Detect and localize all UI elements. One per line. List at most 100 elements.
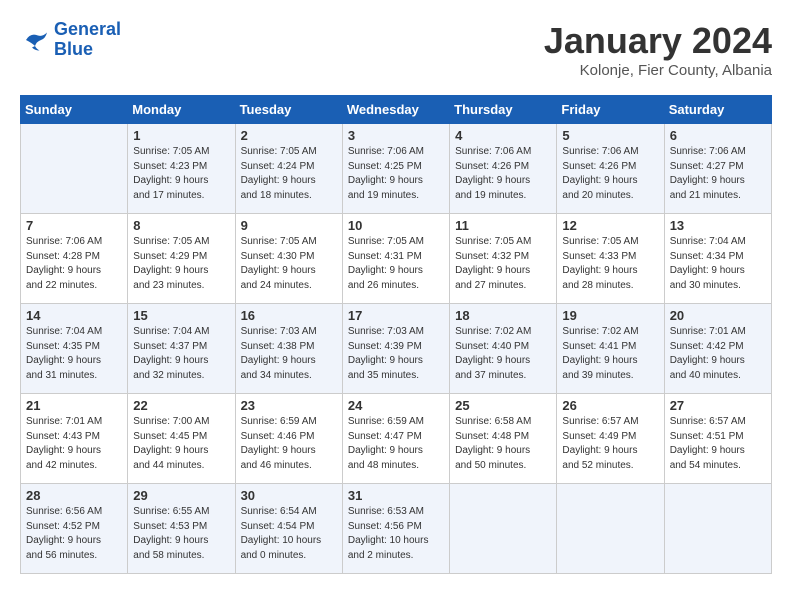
week-row-1: 1Sunrise: 7:05 AM Sunset: 4:23 PM Daylig… xyxy=(21,124,772,214)
day-number: 1 xyxy=(133,128,229,143)
calendar-cell: 29Sunrise: 6:55 AM Sunset: 4:53 PM Dayli… xyxy=(128,484,235,574)
page-subtitle: Kolonje, Fier County, Albania xyxy=(544,62,772,79)
day-number: 18 xyxy=(455,308,551,323)
day-info: Sunrise: 7:06 AM Sunset: 4:26 PM Dayligh… xyxy=(562,145,658,203)
calendar-cell: 30 Sunrise: 6:54 AM Sunset: 4:54 PM Dayli… xyxy=(235,484,342,574)
week-row-5: 28 Sunrise: 6:56 AM Sunset: 4:52 PM Dayli… xyxy=(21,484,772,574)
calendar-cell: 15 Sunrise: 7:04 AM Sunset: 4:37 PM Dayli… xyxy=(128,304,235,394)
day-number: 8 xyxy=(133,218,229,233)
day-info: Sunrise: 7:02 AM Sunset: 4:40 PM Dayligh… xyxy=(455,325,551,383)
day-info: Sunrise: 7:03 AM Sunset: 4:39 PM Dayligh… xyxy=(348,325,444,383)
calendar-table: SundayMondayTuesdayWednesdayThursdayFrid… xyxy=(20,95,772,574)
day-info: Sunrise: 7:05 AM Sunset: 4:32 PM Dayligh… xyxy=(455,235,551,293)
day-info: Sunrise: 7:05 AM Sunset: 4:30 PM Dayligh… xyxy=(241,235,337,293)
calendar-cell xyxy=(557,484,664,574)
day-info: Sunrise: 7:01 AM Sunset: 4:43 PM Dayligh… xyxy=(26,415,122,473)
day-number: 10 xyxy=(348,218,444,233)
page-title: January 2024 xyxy=(544,20,772,62)
day-info: Sunrise: 6:56 AM Sunset: 4:52 PM Dayligh… xyxy=(26,505,122,563)
calendar-cell: 26 Sunrise: 6:57 AM Sunset: 4:49 PM Dayli… xyxy=(557,394,664,484)
day-info: Sunrise: 6:53 AM Sunset: 4:56 PM Dayligh… xyxy=(348,505,444,563)
day-number: 3 xyxy=(348,128,444,143)
day-number: 17 xyxy=(348,308,444,323)
day-number: 6 xyxy=(670,128,766,143)
day-info: Sunrise: 7:03 AM Sunset: 4:38 PM Dayligh… xyxy=(241,325,337,383)
logo-general: General xyxy=(54,19,121,39)
calendar-cell: 7 Sunrise: 7:06 AM Sunset: 4:28 PM Daylig… xyxy=(21,214,128,304)
day-number: 15 xyxy=(133,308,229,323)
day-info: Sunrise: 7:02 AM Sunset: 4:41 PM Dayligh… xyxy=(562,325,658,383)
day-number: 14 xyxy=(26,308,122,323)
days-header-row: SundayMondayTuesdayWednesdayThursdayFrid… xyxy=(21,96,772,124)
logo-blue: Blue xyxy=(54,39,93,59)
calendar-cell: 24Sunrise: 6:59 AM Sunset: 4:47 PM Dayli… xyxy=(342,394,449,484)
calendar-cell: 10 Sunrise: 7:05 AM Sunset: 4:31 PM Dayli… xyxy=(342,214,449,304)
calendar-cell xyxy=(664,484,771,574)
calendar-cell: 8Sunrise: 7:05 AM Sunset: 4:29 PM Daylig… xyxy=(128,214,235,304)
logo: General Blue xyxy=(20,20,121,60)
day-info: Sunrise: 6:59 AM Sunset: 4:47 PM Dayligh… xyxy=(348,415,444,473)
calendar-cell xyxy=(21,124,128,214)
day-number: 28 xyxy=(26,488,122,503)
day-header-thursday: Thursday xyxy=(450,96,557,124)
day-number: 5 xyxy=(562,128,658,143)
day-number: 25 xyxy=(455,398,551,413)
day-number: 22 xyxy=(133,398,229,413)
day-number: 11 xyxy=(455,218,551,233)
calendar-cell: 18 Sunrise: 7:02 AM Sunset: 4:40 PM Dayli… xyxy=(450,304,557,394)
calendar-cell: 17 Sunrise: 7:03 AM Sunset: 4:39 PM Dayli… xyxy=(342,304,449,394)
day-info: Sunrise: 7:06 AM Sunset: 4:25 PM Dayligh… xyxy=(348,145,444,203)
day-info: Sunrise: 6:57 AM Sunset: 4:51 PM Dayligh… xyxy=(670,415,766,473)
calendar-cell: 22Sunrise: 7:00 AM Sunset: 4:45 PM Dayli… xyxy=(128,394,235,484)
day-number: 2 xyxy=(241,128,337,143)
calendar-cell: 27 Sunrise: 6:57 AM Sunset: 4:51 PM Dayli… xyxy=(664,394,771,484)
week-row-2: 7 Sunrise: 7:06 AM Sunset: 4:28 PM Daylig… xyxy=(21,214,772,304)
day-number: 27 xyxy=(670,398,766,413)
calendar-cell: 20 Sunrise: 7:01 AM Sunset: 4:42 PM Dayli… xyxy=(664,304,771,394)
day-number: 7 xyxy=(26,218,122,233)
day-info: Sunrise: 7:06 AM Sunset: 4:28 PM Dayligh… xyxy=(26,235,122,293)
day-header-sunday: Sunday xyxy=(21,96,128,124)
day-info: Sunrise: 6:54 AM Sunset: 4:54 PM Dayligh… xyxy=(241,505,337,563)
day-info: Sunrise: 7:06 AM Sunset: 4:27 PM Dayligh… xyxy=(670,145,766,203)
day-info: Sunrise: 7:05 AM Sunset: 4:31 PM Dayligh… xyxy=(348,235,444,293)
day-header-friday: Friday xyxy=(557,96,664,124)
day-info: Sunrise: 6:57 AM Sunset: 4:49 PM Dayligh… xyxy=(562,415,658,473)
day-number: 20 xyxy=(670,308,766,323)
day-number: 13 xyxy=(670,218,766,233)
day-info: Sunrise: 7:05 AM Sunset: 4:33 PM Dayligh… xyxy=(562,235,658,293)
calendar-cell: 28 Sunrise: 6:56 AM Sunset: 4:52 PM Dayli… xyxy=(21,484,128,574)
calendar-cell: 31 Sunrise: 6:53 AM Sunset: 4:56 PM Dayli… xyxy=(342,484,449,574)
day-header-saturday: Saturday xyxy=(664,96,771,124)
day-number: 16 xyxy=(241,308,337,323)
calendar-cell: 14Sunrise: 7:04 AM Sunset: 4:35 PM Dayli… xyxy=(21,304,128,394)
day-number: 30 xyxy=(241,488,337,503)
day-info: Sunrise: 7:05 AM Sunset: 4:24 PM Dayligh… xyxy=(241,145,337,203)
calendar-cell: 23 Sunrise: 6:59 AM Sunset: 4:46 PM Dayli… xyxy=(235,394,342,484)
day-info: Sunrise: 6:58 AM Sunset: 4:48 PM Dayligh… xyxy=(455,415,551,473)
day-info: Sunrise: 7:06 AM Sunset: 4:26 PM Dayligh… xyxy=(455,145,551,203)
logo-bird-icon xyxy=(20,26,50,54)
day-number: 23 xyxy=(241,398,337,413)
week-row-3: 14Sunrise: 7:04 AM Sunset: 4:35 PM Dayli… xyxy=(21,304,772,394)
calendar-cell: 9 Sunrise: 7:05 AM Sunset: 4:30 PM Daylig… xyxy=(235,214,342,304)
calendar-cell xyxy=(450,484,557,574)
day-number: 29 xyxy=(133,488,229,503)
day-number: 21 xyxy=(26,398,122,413)
day-info: Sunrise: 7:04 AM Sunset: 4:37 PM Dayligh… xyxy=(133,325,229,383)
day-info: Sunrise: 7:04 AM Sunset: 4:34 PM Dayligh… xyxy=(670,235,766,293)
week-row-4: 21 Sunrise: 7:01 AM Sunset: 4:43 PM Dayli… xyxy=(21,394,772,484)
calendar-cell: 13 Sunrise: 7:04 AM Sunset: 4:34 PM Dayli… xyxy=(664,214,771,304)
day-number: 31 xyxy=(348,488,444,503)
day-number: 12 xyxy=(562,218,658,233)
day-number: 9 xyxy=(241,218,337,233)
calendar-cell: 2 Sunrise: 7:05 AM Sunset: 4:24 PM Daylig… xyxy=(235,124,342,214)
calendar-cell: 4Sunrise: 7:06 AM Sunset: 4:26 PM Daylig… xyxy=(450,124,557,214)
day-header-wednesday: Wednesday xyxy=(342,96,449,124)
day-number: 26 xyxy=(562,398,658,413)
calendar-cell: 5 Sunrise: 7:06 AM Sunset: 4:26 PM Daylig… xyxy=(557,124,664,214)
calendar-cell: 11 Sunrise: 7:05 AM Sunset: 4:32 PM Dayli… xyxy=(450,214,557,304)
calendar-cell: 25 Sunrise: 6:58 AM Sunset: 4:48 PM Dayli… xyxy=(450,394,557,484)
day-info: Sunrise: 6:59 AM Sunset: 4:46 PM Dayligh… xyxy=(241,415,337,473)
day-info: Sunrise: 7:01 AM Sunset: 4:42 PM Dayligh… xyxy=(670,325,766,383)
